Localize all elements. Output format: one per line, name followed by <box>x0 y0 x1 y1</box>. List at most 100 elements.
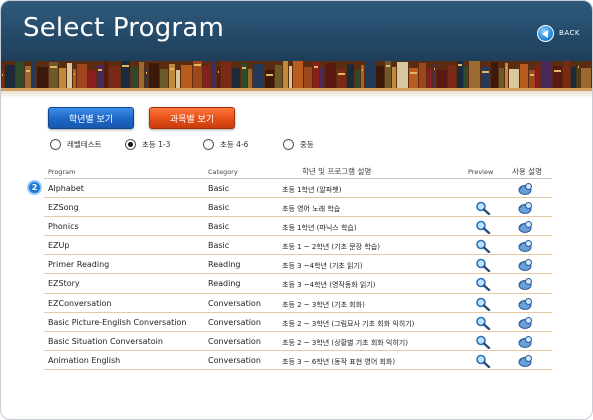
magnifier-icon[interactable] <box>475 201 491 216</box>
book-spine-band <box>506 67 507 69</box>
program-description: 초등 1 ~ 2학년 (기초 문장 학습) <box>282 243 380 252</box>
guide-icon[interactable] <box>518 201 534 215</box>
book-spine-band <box>74 73 75 75</box>
book-spine <box>505 63 508 88</box>
table-row[interactable]: Primer Reading Reading 초등 3 ~4학년 (기초 읽기) <box>44 255 552 275</box>
table-row[interactable]: Basic Picture-English Conversation Conver… <box>44 313 552 332</box>
back-arrow-icon <box>537 24 555 42</box>
column-header-description: 학년 및 프로그램 설명 <box>302 167 372 176</box>
book-spine <box>289 66 292 88</box>
book-spine <box>139 62 144 88</box>
guide-icon[interactable] <box>518 258 534 272</box>
bookshelf-image <box>1 61 591 88</box>
program-name: Basic Situation Conversatoin <box>48 336 163 346</box>
guide-icon[interactable] <box>518 182 534 196</box>
table-row[interactable]: EZUp Basic 초등 1 ~ 2학년 (기초 문장 학습) <box>44 236 552 256</box>
app-frame: Select Program BACK 학년별 보기 과목별 보기 레벨테스트 … <box>0 0 593 420</box>
view-by-subject-button[interactable]: 과목별 보기 <box>149 107 235 129</box>
page-title: Select Program <box>23 13 224 43</box>
magnifier-icon[interactable] <box>475 239 491 254</box>
book-spine <box>541 61 552 88</box>
book-spine <box>448 65 456 88</box>
magnifier-icon[interactable] <box>475 335 491 349</box>
table-row[interactable]: EZConversation Conversation 초등 2 ~ 3학년 (기초… <box>44 294 552 313</box>
program-description: 초등 1학년 (파닉스 학습) <box>282 224 357 233</box>
book-spine-band <box>170 68 174 70</box>
guide-icon[interactable] <box>518 297 534 311</box>
book-spine <box>409 68 418 88</box>
column-header-category: Category <box>208 168 238 176</box>
program-category: Conversation <box>208 298 261 308</box>
program-description: 초등 2 ~ 3학년 (기초 회화) <box>282 300 365 309</box>
book-spine <box>491 62 498 88</box>
book-spine <box>181 65 192 88</box>
magnifier-icon[interactable] <box>475 316 491 330</box>
program-name: EZSong <box>48 203 79 213</box>
book-spine <box>217 67 220 88</box>
book-spine <box>203 66 210 88</box>
magnifier-icon[interactable] <box>475 277 491 292</box>
book-spine <box>88 70 96 88</box>
program-category: Basic <box>208 222 230 232</box>
table-row[interactable]: Animation English Conversation 초등 3 ~ 6학년 … <box>44 351 552 370</box>
book-spine <box>337 69 346 88</box>
book-spine <box>469 61 480 88</box>
book-spine-band <box>290 70 291 72</box>
program-category: Conversation <box>208 317 261 327</box>
book-spine <box>520 64 528 88</box>
radio-button <box>283 139 294 150</box>
program-name: EZConversation <box>48 298 112 308</box>
guide-icon[interactable] <box>518 335 534 349</box>
guide-icon[interactable] <box>518 220 534 234</box>
magnifier-icon[interactable] <box>475 258 491 273</box>
guide-icon[interactable] <box>518 316 534 330</box>
book-spine <box>248 69 252 88</box>
book-spine <box>241 63 247 88</box>
filter-label: 중등 <box>300 140 314 149</box>
book-spine <box>509 69 519 88</box>
radio-button <box>203 139 214 150</box>
guide-icon[interactable] <box>518 277 534 291</box>
book-spine <box>265 70 274 88</box>
book-spine <box>529 70 535 88</box>
guide-icon[interactable] <box>518 354 534 368</box>
program-category: Basic <box>208 184 230 193</box>
book-spine <box>67 63 72 88</box>
table-row[interactable]: EZStory Reading 초등 3 ~4학년 (영작동화 읽기) <box>44 274 552 294</box>
filter-elementary-4-6[interactable]: 초등 4-6 <box>203 139 248 150</box>
filter-label: 초등 1-3 <box>142 140 171 149</box>
view-by-grade-button[interactable]: 학년별 보기 <box>48 107 134 129</box>
book-spine-band <box>194 64 201 66</box>
table-row[interactable]: EZSong Basic 초등 영어 노래 학습 <box>44 198 552 218</box>
column-header-program: Program <box>48 168 76 176</box>
filter-level-test[interactable]: 레벨테스트 <box>50 139 102 150</box>
book-spine-band <box>314 66 318 68</box>
program-description: 초등 3 ~4학년 (영작동화 읽기) <box>282 281 376 290</box>
program-description: 초등 1학년 (알파벳) <box>282 186 342 194</box>
book-spine <box>49 62 58 88</box>
magnifier-icon[interactable] <box>475 220 491 235</box>
table-row[interactable]: Basic Situation Conversatoin Conversation… <box>44 332 552 351</box>
book-spine <box>221 62 231 88</box>
guide-icon[interactable] <box>518 239 534 253</box>
book-spine <box>293 61 303 88</box>
table-row[interactable]: Phonics Basic 초등 1학년 (파닉스 학습) <box>44 217 552 237</box>
magnifier-icon[interactable] <box>475 297 491 311</box>
book-spine <box>73 69 76 88</box>
book-spine-band <box>2 74 3 76</box>
book-spine <box>313 62 319 88</box>
back-button[interactable]: BACK <box>537 24 580 42</box>
magnifier-icon[interactable] <box>475 354 491 368</box>
program-description: 초등 3 ~4학년 (기초 읽기) <box>282 262 363 271</box>
book-spine-band <box>266 74 273 76</box>
table-row[interactable]: 2 Alphabet Basic 초등 1학년 (알파벳) <box>27 179 552 199</box>
book-spine <box>253 64 264 88</box>
table-body: 2 Alphabet Basic 초등 1학년 (알파벳) EZSong Basic 초등 … <box>27 179 552 370</box>
filter-middle-school[interactable]: 중등 <box>283 139 314 150</box>
filter-elementary-1-3[interactable]: 초등 1-3 <box>125 139 170 150</box>
shelf-shadow <box>1 91 592 99</box>
book-spine <box>232 68 240 88</box>
book-spine <box>145 68 148 88</box>
book-spine-band <box>26 70 30 72</box>
current-row-badge: 2 <box>27 180 42 195</box>
